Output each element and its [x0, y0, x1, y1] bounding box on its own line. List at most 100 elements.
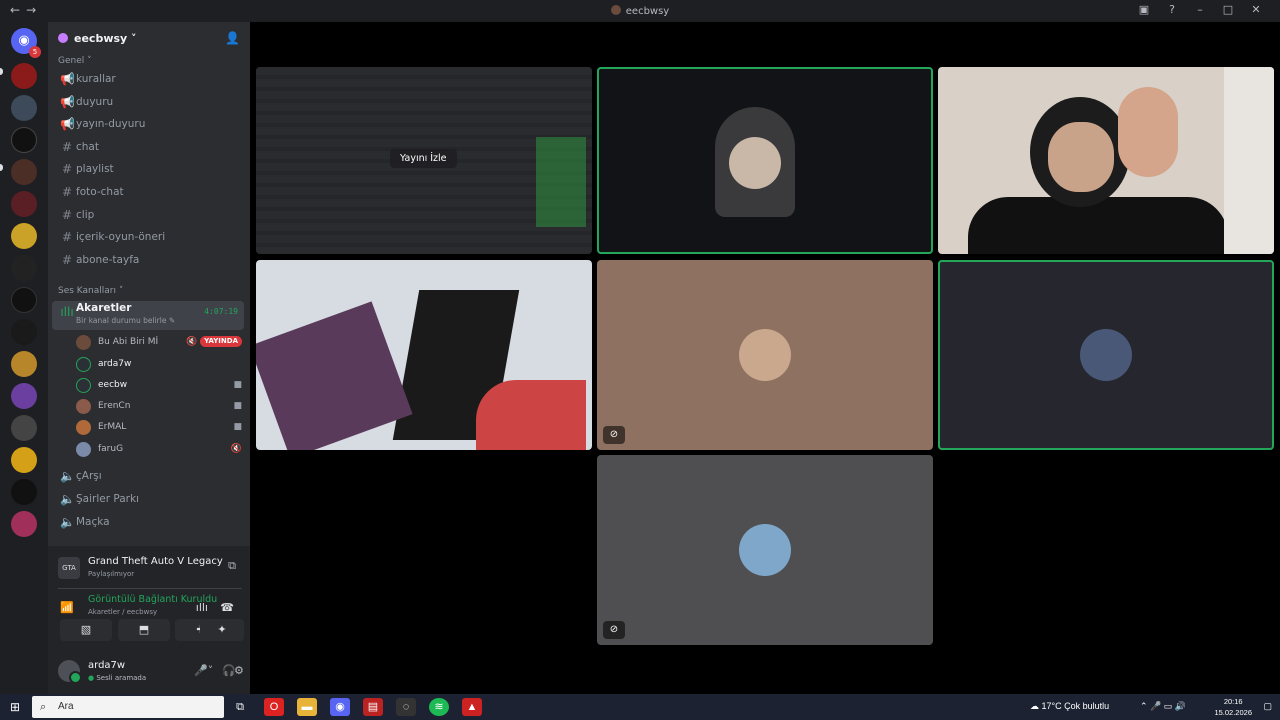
avatar [76, 442, 91, 457]
app-icon[interactable]: ◌ [396, 698, 416, 716]
speaker-icon: 🔈 [60, 515, 75, 529]
voice-user[interactable]: ErenCn ■ [76, 396, 246, 416]
server-icon[interactable] [11, 159, 37, 185]
voice-user[interactable]: arda7w [76, 354, 246, 374]
windows-start-icon[interactable]: ⊞ [10, 700, 20, 714]
windows-taskbar: ⊞ ⌕ Ara ⧉ O ▬ ◉ ▤ ◌ ≋ ▲ ☁ 17°C Çok bulutl… [0, 694, 1280, 720]
guild-header[interactable]: eecbwsy ˅ [58, 32, 137, 45]
search-icon: ⌕ [40, 701, 47, 713]
camera-tile[interactable] [256, 260, 592, 450]
noise-suppression-icon[interactable]: ıllı [196, 601, 208, 614]
help-icon[interactable]: ? [1158, 3, 1186, 16]
server-icon[interactable] [11, 415, 37, 441]
server-icon[interactable] [11, 319, 37, 345]
channel-playlist[interactable]: # playlist [52, 158, 244, 180]
camera-icon: ■ [233, 401, 242, 411]
watch-stream-button[interactable]: Yayını İzle [390, 149, 457, 168]
settings-icon[interactable]: ⚙ [234, 664, 244, 677]
share-screen-icon[interactable]: ⧉ [228, 559, 236, 573]
server-icon[interactable] [11, 63, 37, 89]
server-icon[interactable] [11, 479, 37, 505]
add-member-icon[interactable]: 👤 [225, 31, 240, 45]
file-explorer-icon[interactable]: ▬ [297, 698, 317, 716]
announcement-icon: 📢 [60, 72, 75, 86]
channel-status[interactable]: Bir kanal durumu belirle ✎ [76, 316, 175, 326]
spotify-icon[interactable]: ≋ [429, 698, 449, 716]
channel-abone-tayfa[interactable]: # abone-tayfa [52, 249, 244, 271]
video-stage: Yayını İzle ⊘ ⊘ [250, 22, 1280, 694]
camera-tile[interactable] [938, 67, 1274, 254]
notifications-icon[interactable]: ▢ [1263, 701, 1272, 712]
server-icon[interactable] [11, 511, 37, 537]
minimize-button[interactable]: – [1186, 3, 1214, 16]
category-general[interactable]: Genel ˅ [58, 56, 92, 66]
voice-activity-icon: ıllı [60, 305, 74, 319]
account-bar: arda7w ● Sesli aramada 🎤˅ 🎧 ⚙ [48, 650, 250, 694]
camera-off-tile[interactable]: ⊘ [597, 260, 933, 450]
server-icon[interactable] [11, 127, 37, 153]
voice-channel-akaretler[interactable]: ıllı Akaretler 4:07:19 Bir kanal durumu … [52, 301, 244, 330]
system-tray-icons[interactable]: ⌃ 🎤 ▭ 🔊 [1140, 701, 1186, 712]
clock[interactable]: 20:16 15.02.2026 [1214, 696, 1252, 718]
avatar [76, 399, 91, 414]
server-icon[interactable] [11, 223, 37, 249]
server-icon[interactable] [11, 287, 37, 313]
channel-chat[interactable]: # chat [52, 136, 244, 158]
channel-foto-chat[interactable]: # foto-chat [52, 181, 244, 203]
cloud-icon: ☁ [1030, 701, 1039, 711]
server-icon[interactable] [11, 95, 37, 121]
camera-off-button[interactable]: ▧ [60, 619, 112, 641]
voice-channel-sairler-parki[interactable]: 🔈 Şairler Parkı [52, 488, 244, 510]
server-icon[interactable] [11, 447, 37, 473]
participant-avatar [1080, 329, 1132, 381]
stream-tile[interactable]: Yayını İzle [256, 67, 592, 254]
voice-channel-macka[interactable]: 🔈 Maçka [52, 511, 244, 533]
discord-home-icon[interactable]: ◉ 5 [11, 28, 41, 58]
maximize-button[interactable]: □ [1214, 3, 1242, 16]
discord-taskbar-icon[interactable]: ◉ [330, 698, 350, 716]
inbox-icon[interactable]: ▣ [1130, 3, 1158, 16]
camera-off-tile[interactable]: ⊘ [597, 455, 933, 645]
channel-yayin-duyuru[interactable]: 📢 yayın-duyuru [52, 113, 244, 135]
channel-clip[interactable]: # clip [52, 204, 244, 226]
camera-tile[interactable] [597, 67, 933, 254]
taskbar-search[interactable]: ⌕ Ara [32, 696, 224, 718]
camera-off-tile[interactable] [938, 260, 1274, 450]
channel-duyuru[interactable]: 📢 duyuru [52, 91, 244, 113]
task-view-icon[interactable]: ⧉ [230, 698, 250, 716]
server-icon[interactable] [11, 351, 37, 377]
participant-avatar [739, 524, 791, 576]
camera-off-icon: ⊘ [603, 621, 625, 639]
voice-user[interactable]: eecbw ■ [76, 375, 246, 395]
close-button[interactable]: ✕ [1242, 3, 1270, 16]
hash-icon: # [61, 162, 73, 176]
voice-channel-carsi[interactable]: 🔈 çArşı [52, 465, 244, 487]
share-screen-button[interactable]: ⬒ [118, 619, 170, 641]
server-icon[interactable] [11, 383, 37, 409]
hash-icon: # [61, 253, 73, 267]
activity-bar: GTA Grand Theft Auto V Legacy Paylaşılmı… [58, 554, 242, 584]
app-icon[interactable]: ▤ [363, 698, 383, 716]
channel-icerik-oyun-oneri[interactable]: # içerik-oyun-öneri [52, 226, 244, 248]
window-title: eecbwsy [0, 5, 1280, 17]
signal-icon[interactable]: 📶 [60, 601, 74, 614]
category-voice[interactable]: Ses Kanalları ˅ [58, 286, 123, 296]
window-controls: ▣? – □ ✕ [1130, 3, 1270, 16]
avatar [76, 335, 91, 350]
microphone-icon[interactable]: 🎤˅ [194, 664, 213, 677]
avatar [76, 420, 91, 435]
disconnect-icon[interactable]: ☎ [220, 601, 234, 614]
user-avatar[interactable] [58, 660, 82, 684]
channel-kurallar[interactable]: 📢 kurallar [52, 68, 244, 90]
notification-badge: 5 [29, 46, 41, 58]
server-icon[interactable] [11, 255, 37, 281]
voice-user[interactable]: Bu Abi Biri Mİ 🔇 YAYINDA [76, 332, 246, 352]
voice-user[interactable]: ErMAL ■ [76, 417, 246, 437]
app-icon[interactable]: ▲ [462, 698, 482, 716]
server-icon[interactable] [11, 191, 37, 217]
opera-icon[interactable]: O [264, 698, 284, 716]
voice-user[interactable]: faruG 🔇 [76, 439, 246, 459]
weather-widget[interactable]: ☁ 17°C Çok bulutlu [1030, 701, 1109, 712]
soundboard-button[interactable]: ✦ [200, 619, 244, 641]
hash-icon: # [61, 230, 73, 244]
